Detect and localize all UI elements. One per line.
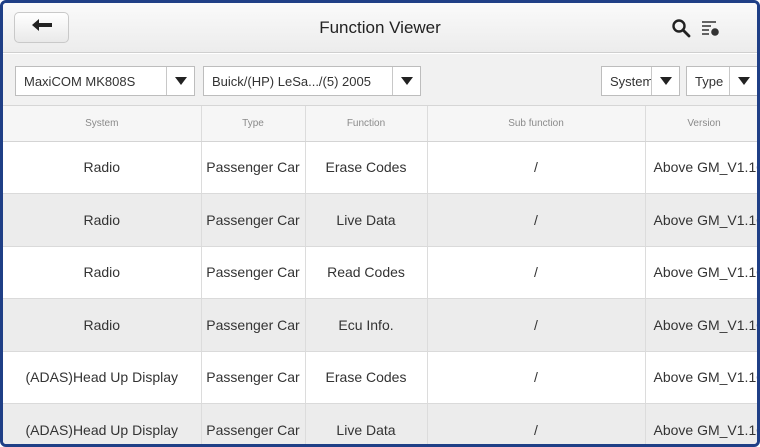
cell-version: Above GM_V1.10 <box>645 246 757 299</box>
back-button[interactable] <box>14 12 69 43</box>
cell-system: (ADAS)Head Up Display <box>3 403 202 444</box>
cell-sub-function: / <box>427 141 646 194</box>
chevron-down-icon <box>166 67 194 95</box>
cell-system: Radio <box>3 141 202 194</box>
function-table: System Type Function Sub function Versio… <box>3 106 757 444</box>
cell-version: Above GM_V1.10 <box>645 351 757 404</box>
filter-list-icon[interactable] <box>699 17 721 39</box>
table-row[interactable]: (ADAS)Head Up Display Passenger Car Live… <box>3 403 757 444</box>
cell-system: Radio <box>3 298 202 352</box>
cell-type: Passenger Car <box>201 298 306 352</box>
cell-type: Passenger Car <box>201 246 306 299</box>
header-bar: Function Viewer <box>3 3 757 53</box>
cell-function: Live Data <box>305 193 428 247</box>
table-header-row: System Type Function Sub function Versio… <box>3 106 757 142</box>
cell-system: Radio <box>3 246 202 299</box>
column-header-type[interactable]: Type <box>201 106 306 142</box>
cell-version: Above GM_V1.10 <box>645 193 757 247</box>
system-select[interactable]: System <box>601 66 680 96</box>
column-header-sub-function[interactable]: Sub function <box>427 106 646 142</box>
cell-sub-function: / <box>427 246 646 299</box>
system-select-value: System <box>610 73 651 89</box>
cell-type: Passenger Car <box>201 403 306 444</box>
chevron-down-icon <box>651 67 679 95</box>
arrow-left-icon <box>31 18 53 37</box>
chevron-down-icon <box>729 67 757 95</box>
cell-function: Erase Codes <box>305 351 428 404</box>
cell-system: (ADAS)Head Up Display <box>3 351 202 404</box>
vehicle-select-value: Buick/(HP) LeSa.../(5) 2005 <box>212 73 371 89</box>
column-header-system[interactable]: System <box>3 106 202 142</box>
cell-function: Erase Codes <box>305 141 428 194</box>
table-row[interactable]: Radio Passenger Car Read Codes / Above G… <box>3 246 757 299</box>
cell-type: Passenger Car <box>201 193 306 247</box>
column-header-function[interactable]: Function <box>305 106 428 142</box>
type-select-value: Type <box>695 73 724 89</box>
cell-version: Above GM_V1.10 <box>645 403 757 444</box>
cell-version: Above GM_V1.10 <box>645 298 757 352</box>
cell-type: Passenger Car <box>201 141 306 194</box>
cell-function: Read Codes <box>305 246 428 299</box>
chevron-down-icon <box>392 67 420 95</box>
table-row[interactable]: Radio Passenger Car Erase Codes / Above … <box>3 141 757 194</box>
app-window: Function Viewer MaxiCOM MK808S Buick/(HP… <box>0 0 760 447</box>
column-header-version[interactable]: Version <box>645 106 757 142</box>
table-row[interactable]: Radio Passenger Car Ecu Info. / Above GM… <box>3 298 757 352</box>
cell-version: Above GM_V1.10 <box>645 141 757 194</box>
cell-sub-function: / <box>427 403 646 444</box>
table-row[interactable]: Radio Passenger Car Live Data / Above GM… <box>3 193 757 247</box>
vehicle-select[interactable]: Buick/(HP) LeSa.../(5) 2005 <box>203 66 421 96</box>
product-select[interactable]: MaxiCOM MK808S <box>15 66 195 96</box>
filter-toolbar: MaxiCOM MK808S Buick/(HP) LeSa.../(5) 20… <box>3 54 757 106</box>
cell-sub-function: / <box>427 298 646 352</box>
cell-function: Live Data <box>305 403 428 444</box>
page-title: Function Viewer <box>319 18 441 37</box>
cell-sub-function: / <box>427 351 646 404</box>
type-select[interactable]: Type <box>686 66 757 96</box>
cell-type: Passenger Car <box>201 351 306 404</box>
cell-sub-function: / <box>427 193 646 247</box>
product-select-value: MaxiCOM MK808S <box>24 73 136 89</box>
cell-system: Radio <box>3 193 202 247</box>
table-row[interactable]: (ADAS)Head Up Display Passenger Car Eras… <box>3 351 757 404</box>
search-icon[interactable] <box>670 17 692 39</box>
cell-function: Ecu Info. <box>305 298 428 352</box>
